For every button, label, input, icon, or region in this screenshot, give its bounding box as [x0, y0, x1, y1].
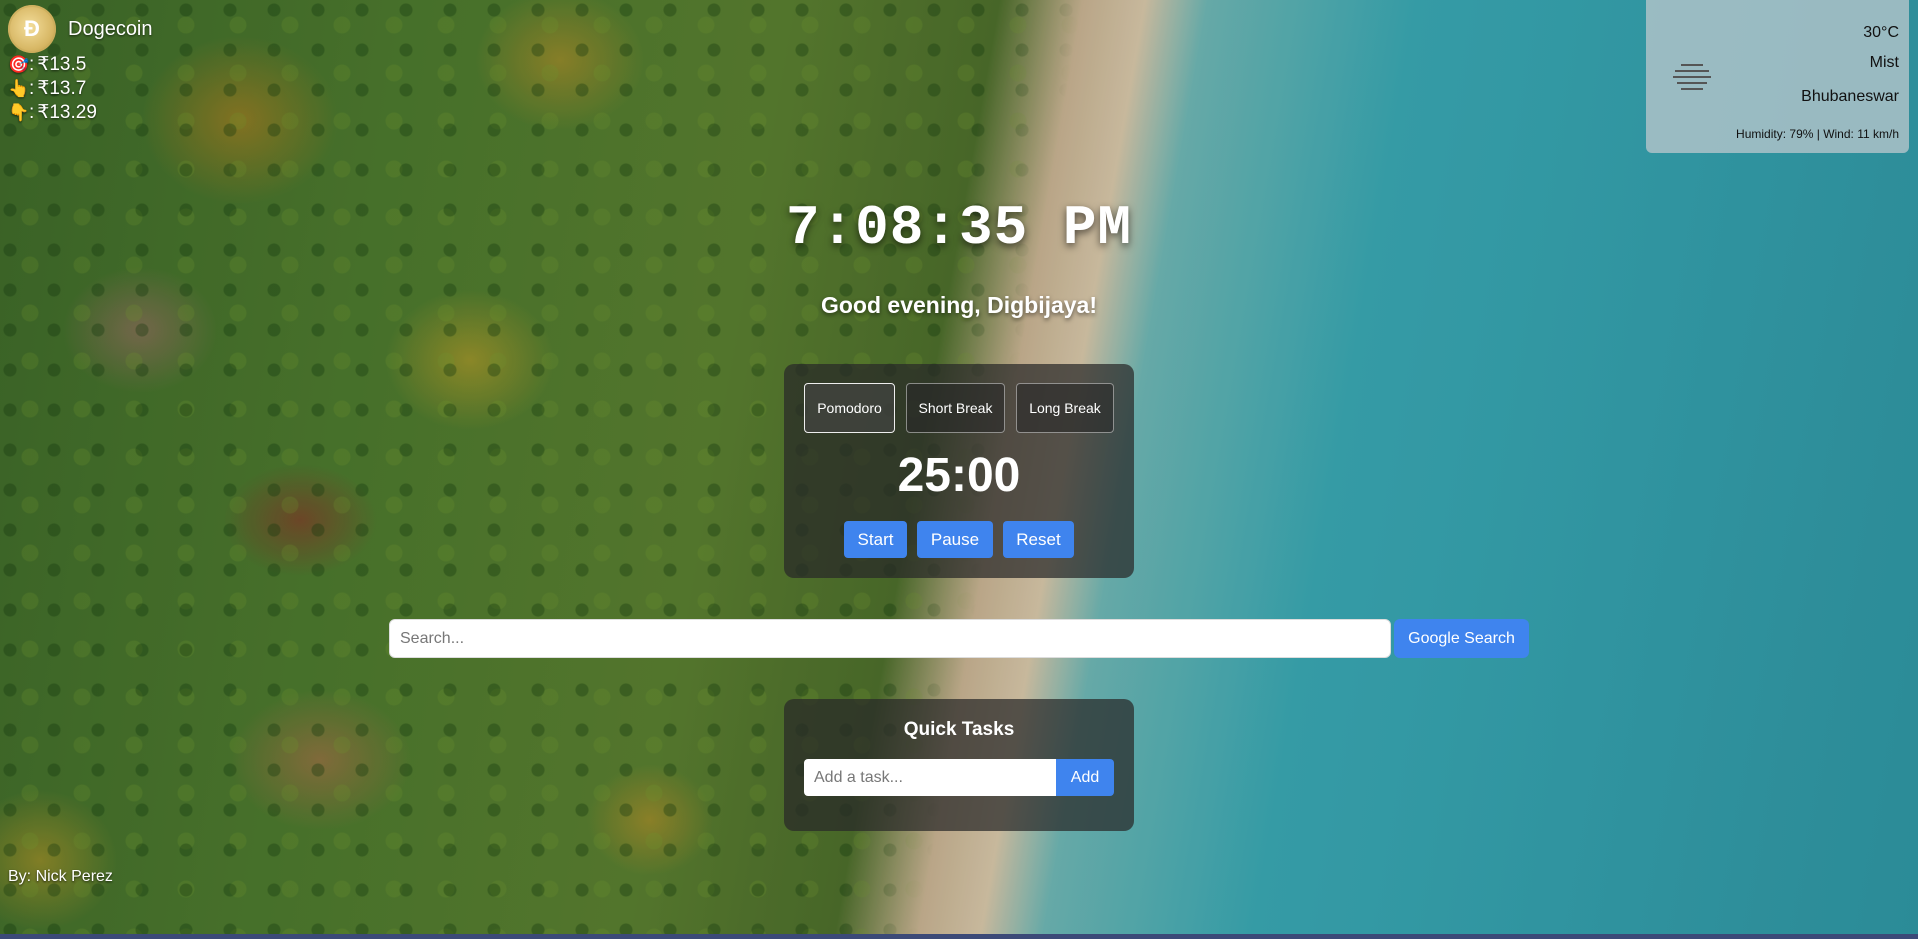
mode-long-break-button[interactable]: Long Break — [1016, 383, 1114, 433]
weather-temperature: 30°C — [1863, 24, 1899, 41]
thumbs-down-icon: 👇 — [8, 103, 30, 122]
thumbs-up-icon: 👆 — [8, 79, 30, 98]
clock: 7:08:35 PM — [785, 196, 1133, 260]
pomodoro-panel: Pomodoro Short Break Long Break 25:00 St… — [784, 364, 1134, 578]
mist-icon — [1672, 64, 1712, 92]
price-high: 👆 : ₹13.7 — [8, 78, 87, 99]
price-low: 👇 : ₹13.29 — [8, 102, 97, 123]
task-input[interactable] — [804, 759, 1056, 796]
reset-button[interactable]: Reset — [1003, 521, 1074, 558]
google-search-button[interactable]: Google Search — [1394, 619, 1529, 658]
mode-pomodoro-button[interactable]: Pomodoro — [804, 383, 895, 433]
mode-short-break-button[interactable]: Short Break — [906, 383, 1005, 433]
weather-description: Mist — [1869, 54, 1899, 71]
search-input[interactable] — [389, 619, 1391, 658]
dogecoin-logo-icon: Ð — [8, 5, 56, 53]
quick-tasks-panel: Quick Tasks Add — [784, 699, 1134, 831]
weather-city: Bhubaneswar — [1801, 88, 1899, 105]
price-value: ₹13.5 — [37, 54, 87, 75]
greeting: Good evening, Digbijaya! — [820, 292, 1098, 318]
bottom-strip — [0, 934, 1918, 939]
start-button[interactable]: Start — [844, 521, 907, 558]
coin-name: Dogecoin — [68, 17, 153, 40]
price-value: ₹13.29 — [37, 102, 97, 123]
quick-tasks-title: Quick Tasks — [903, 719, 1015, 740]
weather-widget: 30°C Mist Bhubaneswar Humidity: 79% | Wi… — [1646, 0, 1909, 153]
price-value: ₹13.7 — [37, 78, 87, 99]
crypto-widget: Ð Dogecoin 🎯 : ₹13.5 👆 : ₹13.7 👇 : ₹13.2… — [8, 5, 153, 125]
pomodoro-timer: 25:00 — [897, 449, 1021, 502]
weather-details: Humidity: 79% | Wind: 11 km/h — [1736, 127, 1899, 141]
target-icon: 🎯 — [8, 55, 30, 74]
price-current: 🎯 : ₹13.5 — [8, 54, 87, 75]
crypto-header: Ð Dogecoin — [8, 5, 153, 53]
pause-button[interactable]: Pause — [917, 521, 993, 558]
add-task-button[interactable]: Add — [1056, 759, 1114, 796]
photo-credit: By: Nick Perez — [8, 868, 113, 885]
